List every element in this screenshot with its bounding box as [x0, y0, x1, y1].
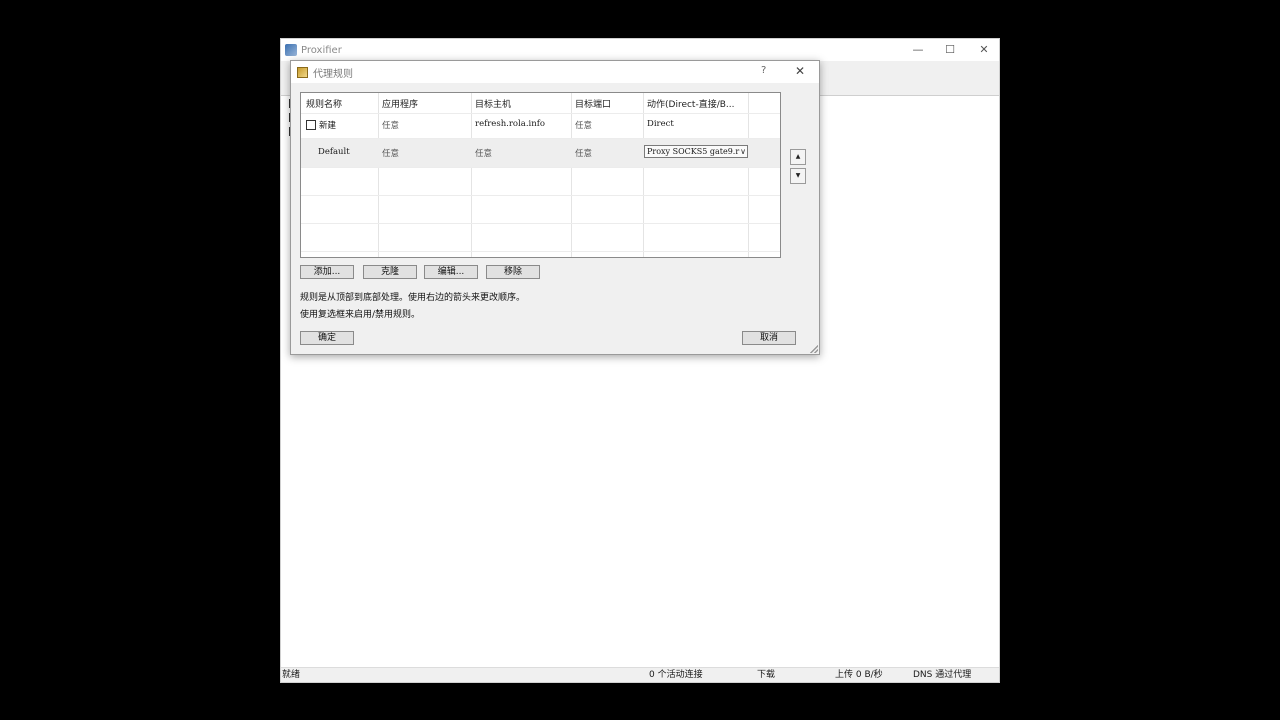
rule-target-host: refresh.rola.info	[475, 119, 545, 129]
status-bar: 就绪 0 个活动连接 下载 上传 0 B/秒 DNS 通过代理	[281, 667, 999, 682]
rule-target-host: 任意	[475, 149, 493, 159]
header-rule-name[interactable]: 规则名称	[306, 97, 342, 110]
rule-action: Direct	[647, 119, 674, 129]
close-window-button[interactable]: ✕	[975, 42, 993, 58]
rule-action-dropdown[interactable]: Proxy SOCKS5 gate9.r ∨	[644, 145, 748, 158]
cancel-button[interactable]: 取消	[742, 331, 796, 345]
rules-icon	[297, 66, 308, 78]
status-upload: 上传 0 B/秒	[835, 670, 883, 680]
rule-application: 任意	[382, 121, 400, 131]
ok-button[interactable]: 确定	[300, 331, 354, 345]
remove-button[interactable]: 移除	[486, 265, 540, 279]
checkbox-hint: 使用复选框来启用/禁用规则。	[300, 310, 421, 320]
minimize-button[interactable]: —	[909, 42, 927, 58]
order-hint: 规则是从顶部到底部处理。使用右边的箭头来更改顺序。	[300, 293, 526, 303]
row-divider	[301, 223, 780, 224]
move-up-button[interactable]: ▲	[790, 149, 806, 165]
header-action[interactable]: 动作(Direct-直接/B...	[647, 97, 735, 110]
edit-button[interactable]: 编辑...	[424, 265, 478, 279]
row-divider	[301, 167, 780, 168]
status-dns: DNS 通过代理	[913, 670, 972, 680]
header-target-host[interactable]: 目标主机	[475, 97, 511, 110]
rule-target-port: 任意	[575, 121, 593, 131]
status-download: 下载	[757, 670, 776, 680]
table-row[interactable]: Default 任意 任意 任意 Proxy SOCKS5 gate9.r ∨	[301, 139, 780, 167]
status-state: 就绪	[282, 670, 301, 680]
help-button[interactable]: ?	[761, 65, 766, 76]
row-divider	[301, 251, 780, 252]
status-connections: 0 个活动连接	[649, 670, 703, 680]
proxifier-app-icon	[285, 44, 297, 56]
chevron-down-icon: ∨	[740, 147, 746, 156]
rule-application: 任意	[382, 149, 400, 159]
rules-table: 规则名称 应用程序 目标主机 目标端口 动作(Direct-直接/B... 新建…	[300, 92, 781, 258]
dialog-title: 代理规则	[313, 68, 353, 80]
table-row[interactable]: 新建 任意 refresh.rola.info 任意 Direct	[301, 114, 780, 138]
main-title-bar: Proxifier — ☐ ✕	[281, 39, 999, 61]
header-target-port[interactable]: 目标端口	[575, 97, 611, 110]
rule-enable-checkbox[interactable]	[306, 120, 316, 130]
rule-action-value: Proxy SOCKS5 gate9.r	[647, 147, 740, 156]
rule-target-port: 任意	[575, 149, 593, 159]
main-window-title: Proxifier	[301, 44, 342, 56]
move-down-button[interactable]: ▼	[790, 168, 806, 184]
maximize-button[interactable]: ☐	[941, 42, 959, 58]
resize-grip[interactable]	[810, 345, 818, 353]
proxy-rules-dialog: 代理规则 ? ✕ 规则名称 应用程序 目标主机 目标端口 动作(Direct-直…	[290, 60, 820, 355]
header-application[interactable]: 应用程序	[382, 97, 418, 110]
dialog-title-bar: 代理规则 ? ✕	[291, 61, 819, 83]
clone-button[interactable]: 克隆	[363, 265, 417, 279]
row-divider	[301, 195, 780, 196]
rule-name: Default	[318, 147, 350, 157]
add-button[interactable]: 添加...	[300, 265, 354, 279]
rule-name: 新建	[319, 121, 337, 131]
dialog-close-button[interactable]: ✕	[795, 64, 805, 78]
